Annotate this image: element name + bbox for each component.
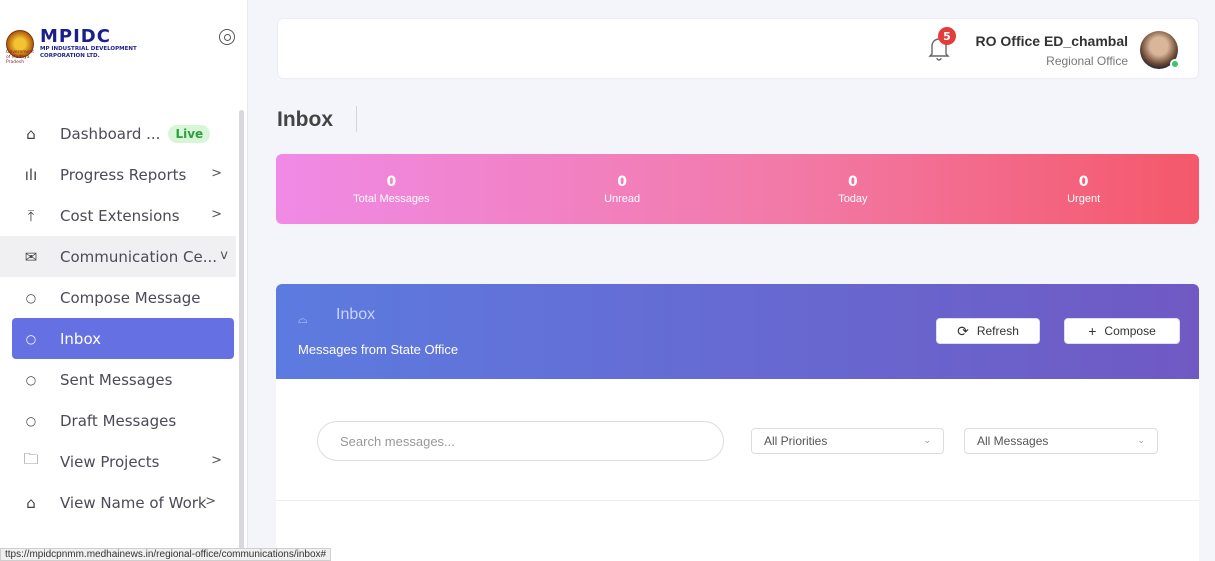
chevron-right-icon: >: [205, 494, 216, 509]
circle-icon: ○: [25, 413, 37, 428]
chevron-down-icon: v: [220, 248, 228, 263]
stat-today: 0 Today: [738, 154, 969, 224]
mpidc-logo[interactable]: MPIDC MP INDUSTRIAL DEVELOPMENT CORPORAT…: [6, 22, 206, 66]
stat-value: 0: [617, 173, 627, 190]
circle-icon: ○: [25, 290, 37, 305]
sidebar-item-compose-message[interactable]: ○ Compose Message: [0, 277, 236, 318]
building-icon: ⌂: [26, 493, 36, 512]
refresh-button[interactable]: ⟳ Refresh: [936, 318, 1040, 344]
compose-button[interactable]: + Compose: [1064, 318, 1180, 344]
inbox-icon: ⌓: [298, 312, 308, 326]
user-role: Regional Office: [1046, 54, 1128, 68]
plus-icon: +: [1088, 323, 1097, 339]
sidebar-item-label: Communication Ce...: [60, 247, 218, 266]
message-filter-value: All Messages: [977, 434, 1049, 448]
bar-chart-icon: ılı: [24, 165, 38, 184]
page-title: Inbox: [277, 108, 333, 131]
stat-urgent: 0 Urgent: [968, 154, 1199, 224]
live-badge: Live: [168, 124, 211, 143]
sidebar-item-view-projects[interactable]: 🗀 View Projects >: [0, 441, 236, 482]
sidebar-item-dashboard[interactable]: ⌂ Dashboard ... Live: [0, 113, 236, 154]
online-status-icon: [1170, 59, 1180, 69]
stats-banner: 0 Total Messages 0 Unread 0 Today 0 Urge…: [276, 154, 1199, 224]
search-input[interactable]: Search messages...: [317, 421, 724, 461]
message-filter-select[interactable]: All Messages ⌄: [964, 428, 1158, 454]
sidebar-item-label: View Projects: [60, 452, 160, 471]
sidebar-scrollbar[interactable]: [239, 110, 244, 555]
priority-filter-select[interactable]: All Priorities ⌄: [751, 428, 944, 454]
chevron-down-icon: ⌄: [923, 435, 931, 445]
sidebar-item-view-name-of-work[interactable]: ⌂ View Name of Work >: [0, 482, 236, 523]
logo-subtitle-1: MP INDUSTRIAL DEVELOPMENT: [40, 46, 137, 52]
stat-label: Today: [838, 192, 868, 205]
sidebar: MPIDC MP INDUSTRIAL DEVELOPMENT CORPORAT…: [0, 0, 248, 561]
home-icon: ⌂: [26, 124, 36, 143]
stat-value: 0: [386, 173, 397, 190]
chevron-right-icon: >: [211, 207, 222, 222]
refresh-label: Refresh: [976, 324, 1019, 338]
chevron-down-icon: ⌄: [1137, 435, 1145, 445]
mail-icon: ✉: [24, 247, 38, 266]
stat-total-messages: 0 Total Messages: [276, 154, 507, 224]
stat-label: Urgent: [1067, 192, 1101, 205]
sidebar-item-label: Compose Message: [60, 288, 201, 307]
sidebar-toggle-icon[interactable]: [219, 29, 235, 45]
logo-text: MPIDC MP INDUSTRIAL DEVELOPMENT CORPORAT…: [40, 28, 137, 60]
sidebar-item-label: Dashboard ...: [60, 124, 161, 143]
inbox-card-header: ⌓ Inbox Messages from State Office ⟳ Ref…: [276, 284, 1199, 379]
sidebar-item-label: Draft Messages: [60, 411, 177, 430]
inbox-card-subtitle: Messages from State Office: [298, 342, 459, 357]
chevron-right-icon: >: [211, 166, 222, 181]
folder-icon: 🗀: [23, 450, 39, 468]
stat-value: 0: [848, 173, 858, 190]
sidebar-item-label: Sent Messages: [60, 370, 173, 389]
stat-label: Total Messages: [353, 192, 430, 205]
circle-icon: ○: [25, 331, 37, 346]
sidebar-item-inbox[interactable]: ○ Inbox: [12, 318, 234, 359]
sidebar-item-label: View Name of Work: [60, 493, 207, 512]
sidebar-item-cost-extensions[interactable]: ⤒ Cost Extensions >: [0, 195, 236, 236]
sidebar-item-sent-messages[interactable]: ○ Sent Messages: [0, 359, 236, 400]
chevron-right-icon: >: [211, 453, 222, 468]
sidebar-nav: ⌂ Dashboard ... Live ılı Progress Report…: [0, 113, 236, 523]
logo-mark: MPIDC: [40, 26, 111, 47]
stat-label: Unread: [604, 192, 641, 205]
priority-filter-value: All Priorities: [764, 434, 828, 448]
sidebar-item-draft-messages[interactable]: ○ Draft Messages: [0, 400, 236, 441]
browser-status-url: ttps://mpidcpnmm.medhainews.in/regional-…: [0, 548, 332, 561]
sidebar-item-label: Cost Extensions: [60, 206, 180, 225]
circle-icon: ○: [25, 372, 37, 387]
refresh-icon: ⟳: [957, 322, 969, 339]
logo-gov-text: Government of Madhya Pradesh: [6, 50, 35, 65]
top-header: 5 RO Office ED_chambal Regional Office: [277, 18, 1199, 79]
stat-unread: 0 Unread: [507, 154, 738, 224]
sidebar-item-label: Inbox: [60, 329, 102, 348]
title-divider: [356, 106, 357, 132]
sidebar-item-communication-center[interactable]: ✉ Communication Ce... v: [0, 236, 236, 277]
compose-label: Compose: [1104, 324, 1156, 338]
inbox-card: ⌓ Inbox Messages from State Office ⟳ Ref…: [276, 284, 1199, 561]
sidebar-item-label: Progress Reports: [60, 165, 187, 184]
user-name[interactable]: RO Office ED_chambal: [976, 33, 1129, 49]
notification-badge: 5: [938, 27, 956, 45]
sidebar-item-progress-reports[interactable]: ılı Progress Reports >: [0, 154, 236, 195]
logo-subtitle-2: CORPORATION LTD.: [40, 53, 100, 59]
divider: [276, 500, 1199, 501]
inbox-card-title: Inbox: [336, 306, 376, 323]
upload-icon: ⤒: [27, 206, 35, 225]
stat-value: 0: [1078, 173, 1089, 190]
